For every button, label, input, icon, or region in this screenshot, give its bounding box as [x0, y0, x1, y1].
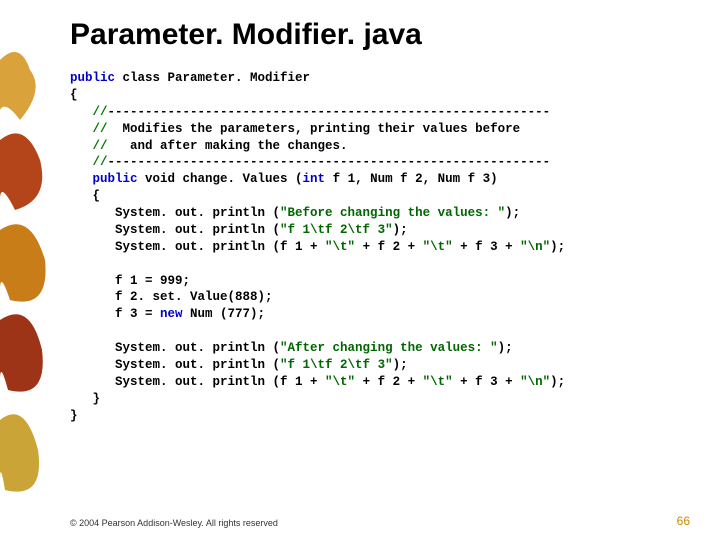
page-title: Parameter. Modifier. java	[70, 18, 690, 52]
str: "\t"	[325, 240, 355, 254]
cmt-line: ----------------------------------------…	[108, 155, 551, 169]
stmt: System. out. println (	[70, 206, 280, 220]
page-number: 66	[677, 514, 690, 528]
tok: );	[505, 206, 520, 220]
cmt: //	[70, 139, 108, 153]
tok: f 1, Num f 2, Num f 3)	[325, 172, 498, 186]
tok: Num (777);	[183, 307, 266, 321]
tok: + f 3 +	[453, 240, 521, 254]
tok: );	[393, 358, 408, 372]
brace: {	[70, 88, 78, 102]
class-name: Parameter. Modifier	[168, 71, 311, 85]
footer: © 2004 Pearson Addison-Wesley. All right…	[70, 514, 690, 528]
cmt-line: ----------------------------------------…	[108, 105, 551, 119]
tok: + f 3 +	[453, 375, 521, 389]
str: "\t"	[423, 240, 453, 254]
brace: }	[70, 392, 100, 406]
cmt-text: Modifies the parameters, printing their …	[108, 122, 521, 136]
str: "After changing the values: "	[280, 341, 498, 355]
cmt-text: and after making the changes.	[108, 139, 348, 153]
kw-public: public	[70, 172, 138, 186]
str: "\t"	[325, 375, 355, 389]
stmt: System. out. println (f 1 +	[70, 240, 325, 254]
tok: );	[550, 375, 565, 389]
stmt: f 1 = 999;	[70, 274, 190, 288]
str: "f 1\tf 2\tf 3"	[280, 223, 393, 237]
str: "f 1\tf 2\tf 3"	[280, 358, 393, 372]
cmt: //	[70, 122, 108, 136]
stmt: System. out. println (	[70, 341, 280, 355]
tok: class	[115, 71, 168, 85]
str: "\t"	[423, 375, 453, 389]
stmt: System. out. println (	[70, 358, 280, 372]
stmt: f 2. set. Value(888);	[70, 290, 273, 304]
brace: }	[70, 409, 78, 423]
str: "Before changing the values: "	[280, 206, 505, 220]
kw-int: int	[303, 172, 326, 186]
tok: void change. Values (	[138, 172, 303, 186]
kw-new: new	[160, 307, 183, 321]
brace: {	[70, 189, 100, 203]
tok: );	[498, 341, 513, 355]
copyright-text: © 2004 Pearson Addison-Wesley. All right…	[70, 518, 278, 528]
code-block: public class Parameter. Modifier { //---…	[70, 70, 690, 424]
str: "\n"	[520, 375, 550, 389]
tok: );	[393, 223, 408, 237]
tok: );	[550, 240, 565, 254]
tok: + f 2 +	[355, 240, 423, 254]
str: "\n"	[520, 240, 550, 254]
stmt: System. out. println (	[70, 223, 280, 237]
tok: + f 2 +	[355, 375, 423, 389]
slide-content: Parameter. Modifier. java public class P…	[0, 0, 720, 424]
stmt: System. out. println (f 1 +	[70, 375, 325, 389]
kw-public: public	[70, 71, 115, 85]
stmt: f 3 =	[70, 307, 160, 321]
cmt: //	[70, 105, 108, 119]
cmt: //	[70, 155, 108, 169]
